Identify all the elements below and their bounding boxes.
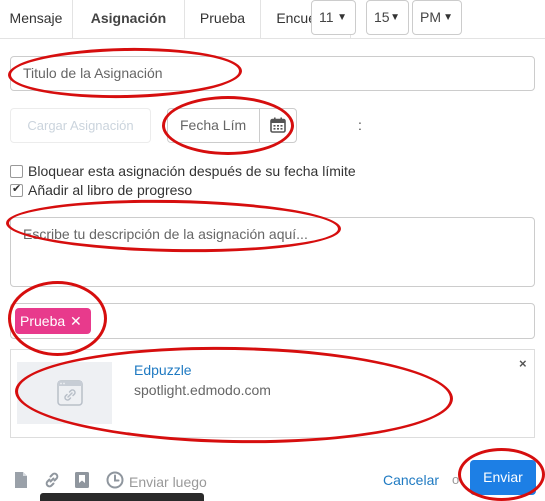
chevron-down-icon: ▼: [443, 12, 453, 23]
cancel-button[interactable]: Cancelar: [383, 472, 439, 488]
tab-bar: Mensaje Asignación Prueba Encuesta: [0, 0, 545, 39]
send-later-button[interactable]: Enviar luego: [129, 474, 207, 490]
tab-prueba[interactable]: Prueba: [185, 0, 260, 38]
chevron-down-icon: ▼: [390, 12, 400, 23]
close-icon[interactable]: ×: [519, 356, 527, 371]
hour-select[interactable]: 11 ▼: [311, 0, 356, 35]
tab-asignacion[interactable]: Asignación: [73, 0, 184, 38]
chevron-down-icon: ▼: [337, 12, 347, 23]
bookmark-icon[interactable]: [73, 471, 91, 489]
link-icon[interactable]: [43, 471, 61, 489]
annotation-ring: [7, 45, 243, 101]
minute-value: 15: [374, 9, 390, 25]
tooltip-bar: [40, 493, 204, 501]
load-assignment-button[interactable]: Cargar Asignación: [10, 108, 151, 143]
time-separator: :: [358, 117, 362, 133]
minute-select[interactable]: 15 ▼: [366, 0, 409, 35]
lock-checkbox[interactable]: [10, 165, 23, 178]
ampm-value: PM: [420, 9, 441, 25]
gradebook-label: Añadir al libro de progreso: [28, 182, 193, 198]
hour-value: 11: [319, 9, 334, 25]
ampm-select[interactable]: PM ▼: [412, 0, 462, 35]
gradebook-checkbox[interactable]: [10, 182, 23, 197]
annotation-ring: [8, 281, 107, 356]
clock-icon[interactable]: [106, 471, 124, 489]
tab-mensaje[interactable]: Mensaje: [0, 0, 72, 38]
file-icon[interactable]: [12, 471, 30, 489]
annotation-ring: [458, 448, 545, 501]
lock-label: Bloquear esta asignación después de su f…: [28, 163, 356, 179]
annotation-ring: [162, 96, 294, 155]
